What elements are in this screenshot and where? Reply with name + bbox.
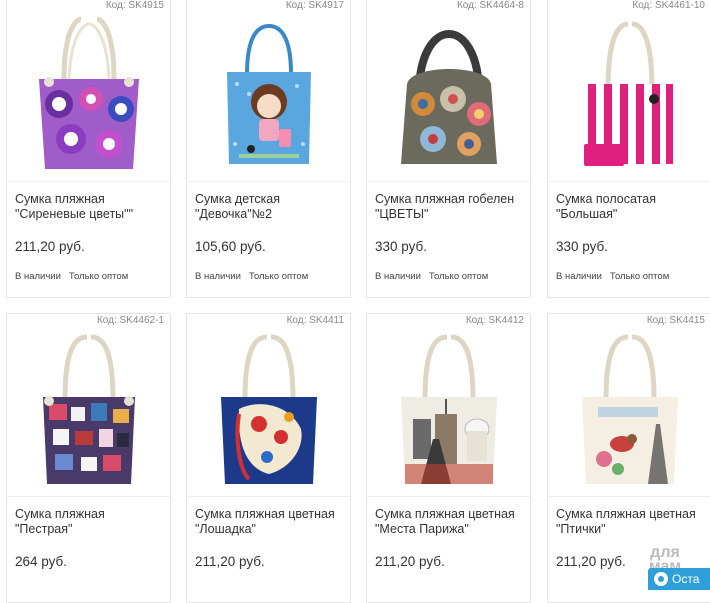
product-price: 330 руб. bbox=[556, 239, 609, 254]
product-card[interactable]: Код: SK4464-8 Сумка пляжная гобелен "ЦВЕТ… bbox=[366, 0, 531, 298]
product-name[interactable]: Сумка полосатая "Большая" bbox=[556, 192, 705, 222]
bag-pink-stripes-icon[interactable] bbox=[548, 0, 710, 179]
product-price: 211,20 руб. bbox=[15, 239, 85, 254]
bag-purple-circles-icon[interactable] bbox=[7, 0, 170, 179]
chat-icon bbox=[654, 572, 668, 586]
product-name[interactable]: Сумка пляжная цветная "Места Парижа" bbox=[375, 507, 524, 537]
product-card[interactable]: Код: SK4917 Сумка детская "Девочка"№2 105… bbox=[186, 0, 351, 298]
divider bbox=[187, 181, 350, 182]
product-price: 330 руб. bbox=[375, 239, 428, 254]
product-name[interactable]: Сумка пляжная "Сиреневые цветы"" bbox=[15, 192, 164, 222]
product-price: 211,20 руб. bbox=[195, 554, 265, 569]
bag-blue-girl-icon[interactable] bbox=[187, 0, 350, 179]
availability: В наличии Только оптом bbox=[375, 271, 489, 282]
availability: В наличии Только оптом bbox=[195, 271, 309, 282]
chat-button[interactable]: Оста bbox=[648, 568, 710, 590]
product-name[interactable]: Сумка пляжная "Пестрая" bbox=[15, 507, 164, 537]
site-watermark: для мам Оста bbox=[638, 545, 710, 590]
bag-paris-icon[interactable] bbox=[367, 314, 530, 494]
divider bbox=[7, 496, 170, 497]
bag-motley-icon[interactable] bbox=[7, 314, 170, 494]
divider bbox=[7, 181, 170, 182]
availability: В наличии Только оптом bbox=[15, 271, 129, 282]
availability: В наличии Только оптом bbox=[556, 271, 670, 282]
product-card[interactable]: Код: SK4411 Сумка пляжная цветная "Лошадк… bbox=[186, 313, 351, 603]
product-price: 211,20 руб. bbox=[375, 554, 445, 569]
product-name[interactable]: Сумка пляжная гобелен "ЦВЕТЫ" bbox=[375, 192, 524, 222]
product-card[interactable]: Код: SK4462-1 Сумка пляжная "Пестрая" 26 bbox=[6, 313, 171, 603]
product-price: 211,20 руб. bbox=[556, 554, 626, 569]
divider bbox=[548, 181, 710, 182]
bag-birds-icon[interactable] bbox=[548, 314, 710, 494]
product-name[interactable]: Сумка детская "Девочка"№2 bbox=[195, 192, 344, 222]
product-price: 105,60 руб. bbox=[195, 239, 266, 254]
bag-horse-icon[interactable] bbox=[187, 314, 350, 494]
product-price: 264 руб. bbox=[15, 554, 68, 569]
product-card[interactable]: Код: SK4461-10 Сумка полосатая "Большая" … bbox=[547, 0, 710, 298]
divider bbox=[548, 496, 710, 497]
divider bbox=[367, 181, 530, 182]
divider bbox=[367, 496, 530, 497]
product-grid: Код: SK4915 Сумка пляжная "Сиреневые цвет… bbox=[0, 0, 710, 603]
bag-tapestry-flowers-icon[interactable] bbox=[367, 0, 530, 179]
product-card[interactable]: Код: SK4412 Сумка пляжная цветная "Места … bbox=[366, 313, 531, 603]
product-name[interactable]: Сумка пляжная цветная "Лошадка" bbox=[195, 507, 344, 537]
divider bbox=[187, 496, 350, 497]
chat-button-label: Оста bbox=[672, 572, 700, 586]
product-name[interactable]: Сумка пляжная цветная "Птички" bbox=[556, 507, 705, 537]
product-card[interactable]: Код: SK4915 Сумка пляжная "Сиреневые цвет… bbox=[6, 0, 171, 298]
